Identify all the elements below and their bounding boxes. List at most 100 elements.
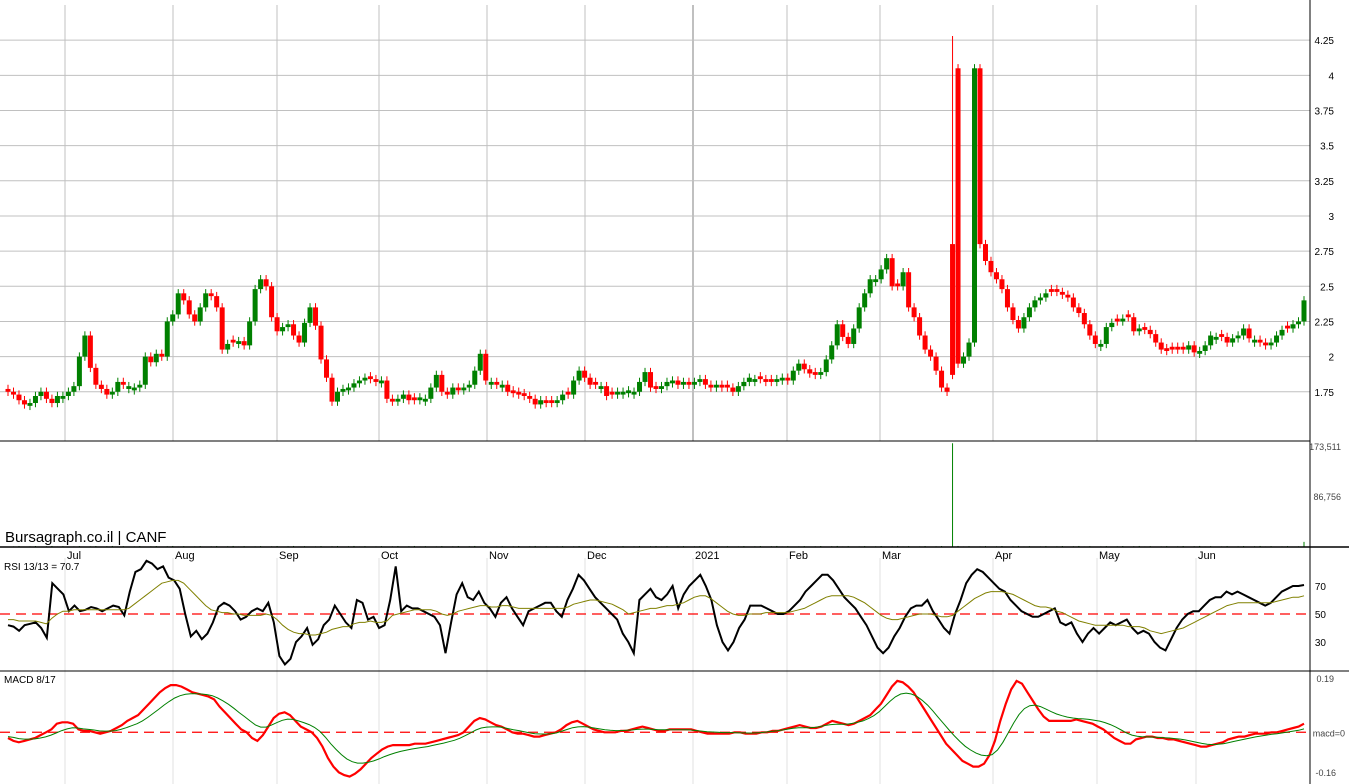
candle-up: [818, 372, 824, 375]
candle-up: [884, 258, 890, 270]
candle-up: [1241, 328, 1247, 336]
stock-chart: 4.25 4 3.75 3.5 3.25 3 2.75 2.5 2.25 2 1.75 173,511…: [0, 0, 1349, 784]
candle-up: [796, 363, 802, 371]
candle-down: [87, 335, 93, 368]
candle-down: [1285, 325, 1291, 329]
price-tick-label: 3.5: [1320, 142, 1334, 153]
candle-down: [1015, 320, 1021, 329]
candle-up: [477, 353, 483, 371]
candle-up: [1098, 343, 1104, 347]
candle-down: [291, 324, 297, 336]
macd-zero-label: macd=0: [1313, 728, 1345, 738]
candle-down: [889, 258, 895, 287]
candle-up: [664, 381, 670, 387]
candle-down: [1175, 346, 1181, 350]
candle-down: [922, 335, 928, 350]
candle-up: [966, 342, 972, 357]
candle-down: [93, 367, 99, 385]
candle-down: [977, 68, 983, 245]
candle-down: [241, 341, 247, 346]
candle-up: [1290, 324, 1296, 329]
candle-down: [192, 314, 198, 322]
candle-up: [658, 386, 664, 389]
candle-up: [1120, 318, 1126, 322]
candle-down: [527, 395, 533, 399]
candle-down: [494, 381, 500, 385]
price-tick-label: 2.5: [1320, 282, 1334, 293]
candle-up: [867, 279, 873, 294]
month-label-2021: 2021: [695, 550, 719, 562]
candle-up: [1021, 317, 1027, 329]
candle-up: [428, 387, 434, 399]
candle-up: [1136, 328, 1142, 332]
candle-up: [862, 293, 868, 308]
macd-tick-label: 0.19: [1316, 674, 1334, 684]
candle-up: [472, 370, 478, 385]
month-label-Oct: Oct: [381, 550, 398, 562]
candle-up: [362, 377, 368, 381]
candle-down: [845, 336, 851, 344]
candle-down: [104, 388, 110, 395]
candle-up: [356, 380, 362, 384]
candle-down: [1076, 307, 1082, 314]
candle-up: [280, 327, 286, 332]
candle-down: [565, 391, 571, 395]
candle-up: [225, 343, 231, 350]
price-tick-label: 3.75: [1315, 106, 1335, 117]
candle-up: [741, 381, 747, 387]
candle-down: [593, 381, 599, 385]
candle-up: [735, 386, 741, 392]
candle-up: [1202, 345, 1208, 351]
candle-down: [730, 387, 736, 392]
candle-down: [186, 300, 192, 315]
candle-up: [1301, 300, 1307, 322]
candle-up: [1186, 345, 1192, 350]
candle-down: [1081, 313, 1087, 325]
candle-down: [906, 272, 912, 308]
candle-up: [115, 381, 121, 392]
candle-down: [587, 377, 593, 385]
candle-up: [137, 384, 143, 388]
candle-up: [680, 381, 686, 385]
candle-down: [516, 391, 522, 395]
candle-down: [686, 381, 692, 385]
candle-down: [313, 307, 319, 326]
candle-up: [538, 400, 544, 405]
candle-up: [829, 345, 835, 360]
candle-down: [444, 391, 450, 395]
candle-down: [148, 356, 154, 363]
candle-down: [708, 384, 714, 388]
candle-up: [433, 374, 439, 388]
candle-up: [378, 380, 384, 384]
candle-up: [972, 68, 978, 343]
candle-down: [411, 397, 417, 401]
candle-down: [1147, 329, 1153, 335]
candle-up: [1213, 336, 1219, 340]
candle-down: [230, 339, 236, 343]
candle-up: [170, 314, 176, 322]
candle-down: [1092, 335, 1098, 344]
price-tick-label: 2.75: [1315, 247, 1335, 258]
candle-up: [197, 307, 203, 322]
candle-down: [505, 384, 511, 392]
candle-down: [1224, 336, 1230, 343]
candle-down: [801, 363, 807, 370]
candle-up: [571, 380, 577, 395]
candle-down: [785, 377, 791, 381]
watermark: Bursagraph.co.il | CANF: [5, 529, 166, 546]
candle-up: [307, 307, 313, 323]
candle-up: [247, 321, 253, 346]
candle-up: [76, 356, 82, 387]
candle-down: [543, 400, 549, 404]
candle-down: [702, 379, 708, 385]
candle-up: [461, 387, 467, 391]
candle-up: [823, 359, 829, 373]
candle-down: [1054, 289, 1060, 292]
candle-up: [71, 386, 77, 392]
candle-up: [774, 379, 780, 382]
candle-up: [1296, 321, 1302, 325]
candle-down: [763, 379, 769, 382]
candle-down: [604, 386, 610, 396]
candle-up: [746, 377, 752, 382]
candle-up: [164, 321, 170, 357]
